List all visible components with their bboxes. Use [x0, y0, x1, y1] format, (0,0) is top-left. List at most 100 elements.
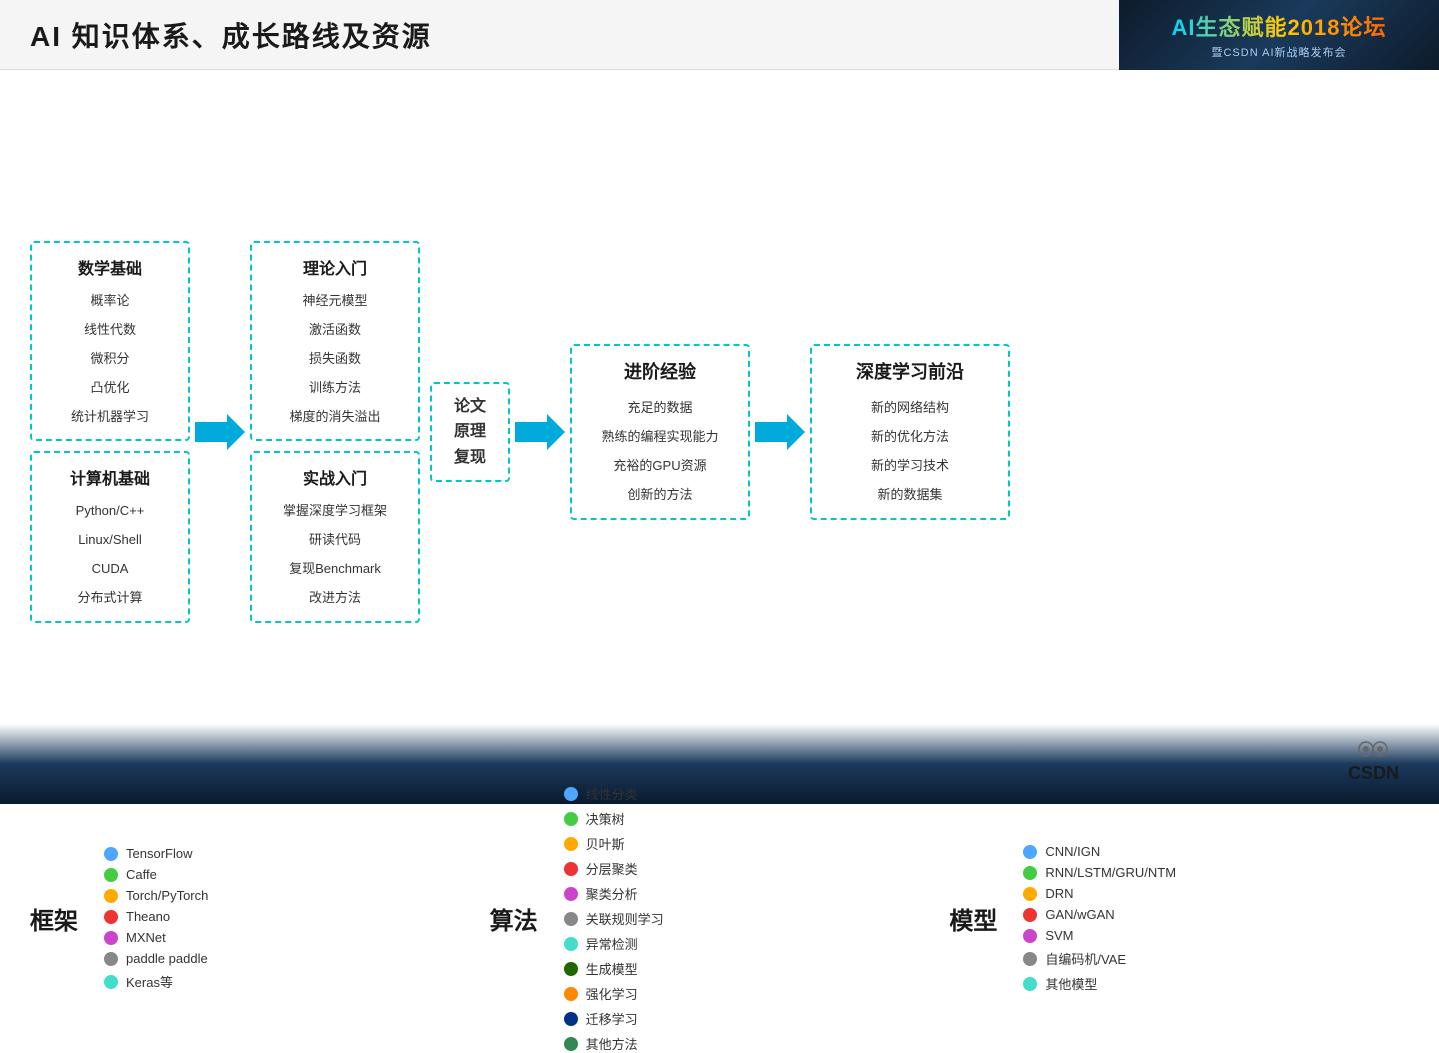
legend-dot	[104, 910, 118, 924]
legend-dot	[1023, 887, 1037, 901]
arrow-3	[750, 412, 810, 452]
legend-dot	[1023, 952, 1037, 966]
paper-box: 论文 原理 复现	[430, 382, 510, 483]
legend-label: Keras等	[126, 972, 173, 991]
arrow-2	[510, 412, 570, 452]
paper-line-1: 论文	[454, 394, 486, 420]
legend-label: 贝叶斯	[586, 834, 625, 853]
legend-label: 线性分类	[586, 784, 638, 803]
math-title: 数学基础	[48, 255, 172, 279]
main-content: 数学基础 概率论 线性代数 微积分 凸优化 统计机器学习 计算机基础 Pytho…	[0, 70, 1439, 804]
legend-dot	[104, 975, 118, 989]
math-item-3: 微积分	[48, 349, 172, 370]
col-deep: 深度学习前沿 新的网络结构 新的优化方法 新的学习技术 新的数据集	[810, 344, 1010, 519]
col-foundations: 数学基础 概率论 线性代数 微积分 凸优化 统计机器学习 计算机基础 Pytho…	[30, 241, 190, 622]
frameworks-section: 框架 TensorFlowCaffeTorch/PyTorchTheanoMXN…	[30, 784, 490, 1053]
computer-item-4: 分布式计算	[48, 588, 172, 609]
legend-item: GAN/wGAN	[1023, 907, 1176, 922]
paper-line-3: 复现	[454, 445, 486, 471]
deep-item-1: 新的网络结构	[828, 398, 992, 419]
legend-label: 其他方法	[586, 1034, 638, 1053]
legend-dot	[564, 987, 578, 1001]
legend-dot	[564, 962, 578, 976]
legend-label: 异常检测	[586, 934, 638, 953]
computer-item-3: CUDA	[48, 559, 172, 580]
legend-item: 分层聚类	[564, 859, 664, 878]
legend-label: DRN	[1045, 886, 1073, 901]
algorithms-list: 线性分类决策树贝叶斯分层聚类聚类分析关联规则学习异常检测生成模型强化学习迁移学习…	[564, 784, 664, 1053]
legend-item: 决策树	[564, 809, 664, 828]
legend-dot	[104, 931, 118, 945]
legend-dot	[564, 887, 578, 901]
legend-label: 分层聚类	[586, 859, 638, 878]
legend-dot	[104, 847, 118, 861]
computer-item-1: Python/C++	[48, 501, 172, 522]
frameworks-label: 框架	[30, 901, 88, 936]
bottom-section: 框架 TensorFlowCaffeTorch/PyTorchTheanoMXN…	[30, 784, 1409, 1053]
logo-main-text: AI生态赋能2018论坛	[1172, 10, 1387, 42]
legend-item: 生成模型	[564, 959, 664, 978]
csdn-watermark: CSDN	[1348, 737, 1399, 784]
deep-box: 深度学习前沿 新的网络结构 新的优化方法 新的学习技术 新的数据集	[810, 344, 1010, 519]
advanced-box: 进阶经验 充足的数据 熟练的编程实现能力 充裕的GPU资源 创新的方法	[570, 344, 750, 519]
math-item-5: 统计机器学习	[48, 407, 172, 428]
advanced-item-3: 充裕的GPU资源	[588, 456, 732, 477]
legend-dot	[564, 787, 578, 801]
legend-label: Theano	[126, 909, 170, 924]
legend-label: Torch/PyTorch	[126, 888, 208, 903]
csdn-label: CSDN	[1348, 763, 1399, 784]
legend-item: Keras等	[104, 972, 208, 991]
legend-dot	[564, 837, 578, 851]
legend-label: RNN/LSTM/GRU/NTM	[1045, 865, 1176, 880]
theory-box: 理论入门 神经元模型 激活函数 损失函数 训练方法 梯度的消失溢出	[250, 241, 420, 441]
legend-item: 线性分类	[564, 784, 664, 803]
legend-label: 强化学习	[586, 984, 638, 1003]
legend-dot	[564, 812, 578, 826]
col-advanced: 进阶经验 充足的数据 熟练的编程实现能力 充裕的GPU资源 创新的方法	[570, 344, 750, 519]
deep-item-3: 新的学习技术	[828, 456, 992, 477]
col-entry: 理论入门 神经元模型 激活函数 损失函数 训练方法 梯度的消失溢出 实战入门 掌…	[250, 241, 420, 622]
legend-item: MXNet	[104, 930, 208, 945]
legend-label: 其他模型	[1045, 974, 1097, 993]
legend-label: 关联规则学习	[586, 909, 664, 928]
legend-dot	[1023, 929, 1037, 943]
legend-item: 关联规则学习	[564, 909, 664, 928]
theory-item-4: 训练方法	[268, 378, 402, 399]
legend-dot	[104, 868, 118, 882]
computer-box: 计算机基础 Python/C++ Linux/Shell CUDA 分布式计算	[30, 451, 190, 622]
advanced-item-4: 创新的方法	[588, 485, 732, 506]
legend-dot	[1023, 845, 1037, 859]
csdn-icon	[1358, 737, 1388, 761]
legend-label: 自编码机/VAE	[1045, 949, 1126, 968]
legend-item: DRN	[1023, 886, 1176, 901]
math-item-4: 凸优化	[48, 378, 172, 399]
practical-title: 实战入门	[268, 465, 402, 489]
paper-line-2: 原理	[454, 419, 486, 445]
legend-dot	[564, 1012, 578, 1026]
page-title: AI 知识体系、成长路线及资源	[30, 15, 432, 55]
legend-item: RNN/LSTM/GRU/NTM	[1023, 865, 1176, 880]
legend-item: 自编码机/VAE	[1023, 949, 1176, 968]
legend-item: 其他模型	[1023, 974, 1176, 993]
legend-dot	[564, 937, 578, 951]
legend-label: MXNet	[126, 930, 166, 945]
legend-label: paddle paddle	[126, 951, 208, 966]
legend-item: 聚类分析	[564, 884, 664, 903]
algorithms-label: 算法	[490, 901, 548, 936]
advanced-item-1: 充足的数据	[588, 398, 732, 419]
practical-item-3: 复现Benchmark	[268, 559, 402, 580]
legend-label: TensorFlow	[126, 846, 192, 861]
practical-box: 实战入门 掌握深度学习框架 研读代码 复现Benchmark 改进方法	[250, 451, 420, 622]
legend-item: 强化学习	[564, 984, 664, 1003]
math-item-2: 线性代数	[48, 320, 172, 341]
frameworks-list: TensorFlowCaffeTorch/PyTorchTheanoMXNetp…	[104, 846, 208, 991]
event-logo: AI生态赋能2018论坛 暨CSDN AI新战略发布会	[1119, 0, 1439, 70]
arrow-1	[190, 412, 250, 452]
math-item-1: 概率论	[48, 291, 172, 312]
theory-title: 理论入门	[268, 255, 402, 279]
advanced-item-2: 熟练的编程实现能力	[588, 427, 732, 448]
legend-dot	[1023, 866, 1037, 880]
legend-item: 迁移学习	[564, 1009, 664, 1028]
models-list: CNN/IGNRNN/LSTM/GRU/NTMDRNGAN/wGANSVM自编码…	[1023, 844, 1176, 993]
models-label: 模型	[949, 901, 1007, 936]
